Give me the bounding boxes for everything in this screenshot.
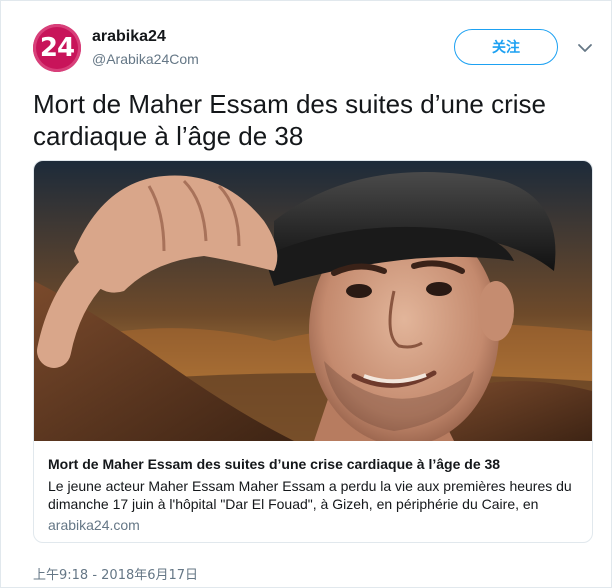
avatar-text: 24 (39, 33, 75, 63)
tweet-timestamp[interactable]: 上午9:18 - 2018年6月17日 (33, 564, 198, 583)
tweet-container: 24 arabika24 @Arabika24Com 关注 Mort de Ma… (0, 0, 612, 588)
user-handle[interactable]: @Arabika24Com (92, 51, 199, 67)
link-card[interactable]: Mort de Maher Essam des suites d’une cri… (33, 160, 593, 543)
follow-button[interactable]: 关注 (454, 29, 558, 65)
display-name[interactable]: arabika24 (92, 28, 166, 46)
card-title[interactable]: Mort de Maher Essam des suites d’une cri… (48, 456, 583, 472)
chevron-down-icon[interactable] (576, 39, 594, 57)
card-image[interactable] (34, 161, 592, 441)
card-description: Le jeune acteur Maher Essam Maher Essam … (48, 478, 572, 512)
card-domain[interactable]: arabika24.com (48, 517, 140, 533)
avatar[interactable]: 24 (33, 24, 81, 72)
tweet-text: Mort de Maher Essam des suites d’une cri… (33, 89, 546, 151)
